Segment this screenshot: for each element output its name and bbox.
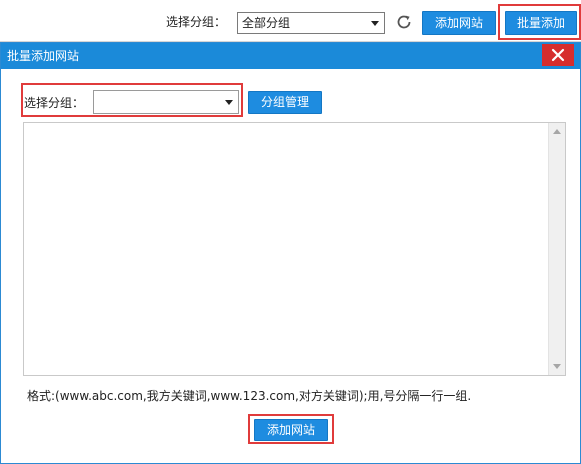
top-toolbar: 选择分组： 全部分组 添加网站 批量添加 (0, 0, 581, 42)
dialog-titlebar: 批量添加网站 (1, 43, 580, 69)
highlight-box (21, 83, 243, 117)
group-filter-value: 全部分组 (242, 16, 291, 30)
group-manage-button[interactable]: 分组管理 (248, 91, 322, 114)
format-hint: 格式:(www.abc.com,我方关键词,www.123.com,对方关键词)… (27, 389, 472, 403)
group-filter-label: 选择分组： (166, 15, 227, 29)
group-filter-select[interactable]: 全部分组 (237, 12, 385, 34)
scroll-down-icon[interactable] (553, 364, 561, 369)
chevron-down-icon (371, 21, 379, 26)
scroll-up-icon[interactable] (553, 129, 561, 134)
add-site-button[interactable]: 添加网站 (422, 11, 496, 35)
close-button[interactable] (542, 44, 574, 66)
textarea-scrollbar[interactable] (548, 123, 565, 375)
close-icon (551, 48, 565, 62)
highlight-box (498, 4, 581, 40)
batch-add-dialog: 批量添加网站 选择分组： 分组管理 格式:(www.abc.com,我方关键词,… (0, 42, 581, 464)
refresh-icon[interactable] (395, 13, 413, 31)
sites-textarea[interactable] (23, 122, 566, 376)
highlight-box (248, 414, 334, 444)
dialog-title: 批量添加网站 (7, 49, 80, 63)
